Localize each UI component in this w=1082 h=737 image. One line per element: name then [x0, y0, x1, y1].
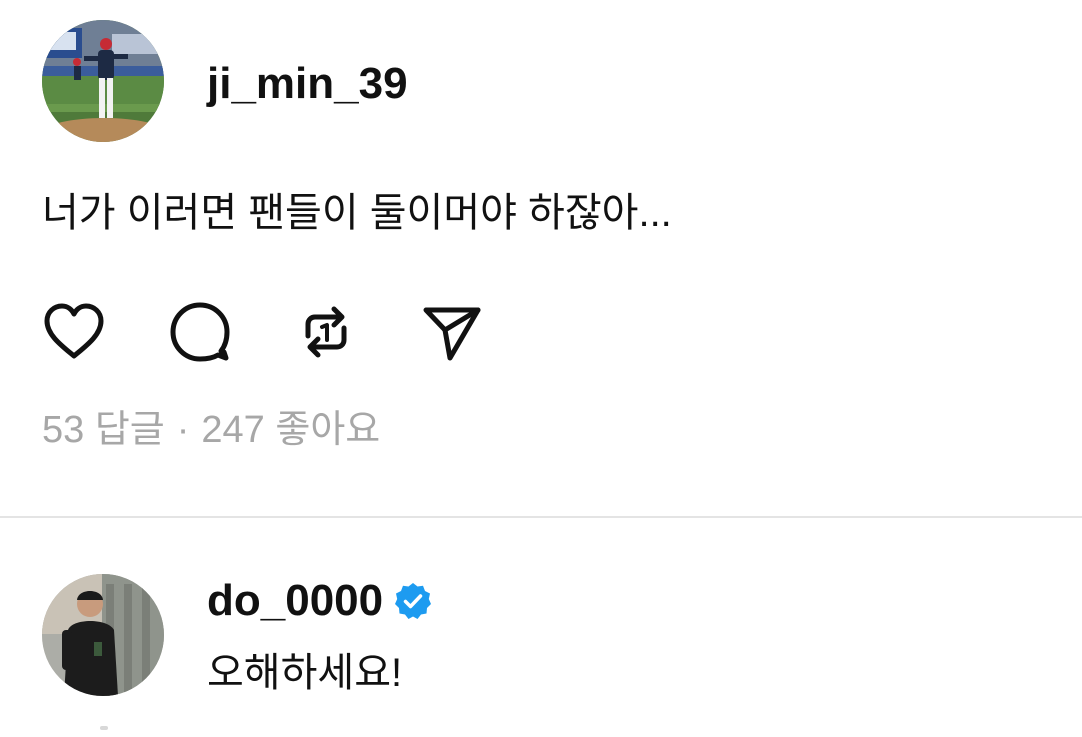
- post-action-bar: [42, 300, 502, 364]
- comment-button[interactable]: [168, 300, 232, 364]
- stats-separator: ·: [176, 409, 190, 451]
- verified-badge-icon: [393, 581, 433, 621]
- repost-icon: [305, 306, 347, 358]
- reply-author-username[interactable]: do_0000: [207, 574, 383, 628]
- share-icon: [423, 307, 481, 361]
- reply-header: do_0000: [207, 574, 433, 628]
- likes-count[interactable]: 247 좋아요: [201, 404, 380, 456]
- like-button[interactable]: [42, 300, 106, 364]
- post-body-text: 너가 이러면 팬들이 둘이머야 하잖아...: [42, 191, 672, 235]
- post-author-username[interactable]: ji_min_39: [207, 58, 408, 110]
- reply-body-text: 오해하세요!: [207, 651, 403, 695]
- share-button[interactable]: [420, 300, 484, 364]
- replies-count[interactable]: 53 답글: [42, 404, 165, 456]
- thread-line-stub: [100, 726, 108, 730]
- reply-author-avatar[interactable]: [42, 574, 164, 696]
- thread-post: ji_min_39 너가 이러면 팬들이 둘이머야 하잖아... 53 답글 ·…: [0, 0, 1082, 517]
- reply-post: do_0000 오해하세요!: [0, 518, 1082, 737]
- heart-icon: [44, 303, 104, 359]
- post-author-avatar[interactable]: [42, 20, 164, 142]
- repost-button[interactable]: [294, 300, 358, 364]
- comment-icon: [170, 302, 230, 362]
- post-stats: 53 답글 · 247 좋아요: [42, 404, 380, 456]
